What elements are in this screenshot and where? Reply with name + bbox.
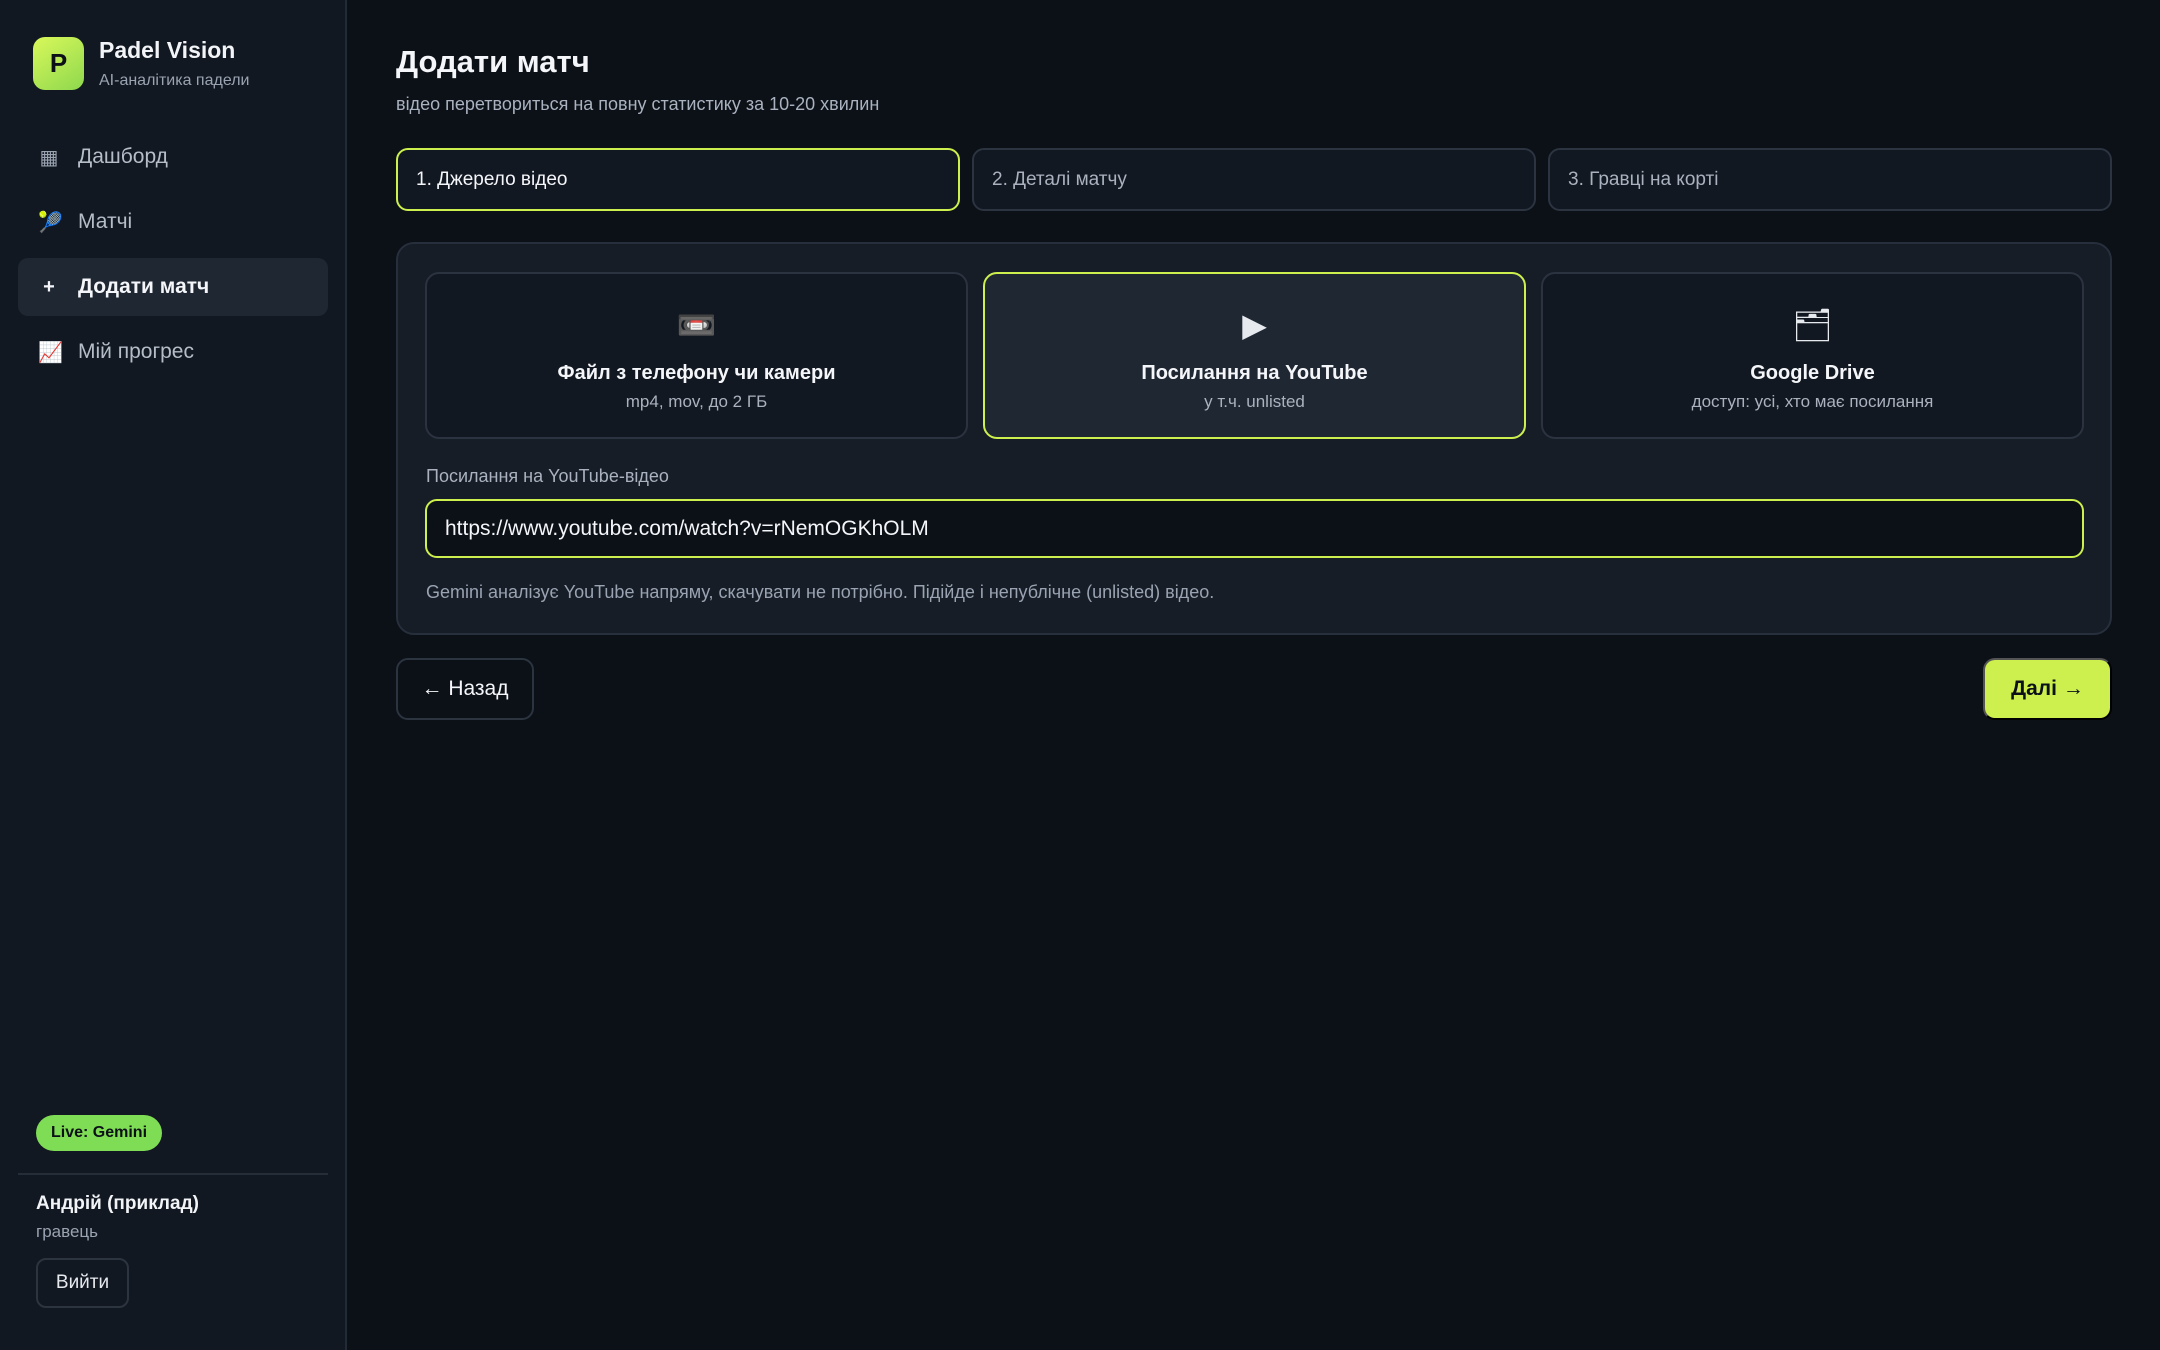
video-source-card: 📼 Файл з телефону чи камери mp4, mov, до… [396, 242, 2112, 635]
next-button[interactable]: Далі → [1983, 658, 2112, 720]
source-option-description: у т.ч. unlisted [1204, 392, 1305, 411]
source-option-title: Google Drive [1750, 362, 1875, 384]
sidebar-item-label: Мій прогрес [78, 340, 194, 363]
live-status-badge: Live: Gemini [36, 1115, 163, 1151]
sidebar: P Padel Vision AI-аналітика падели ▦ Даш… [0, 0, 347, 1350]
play-icon: ▶ [1242, 307, 1267, 343]
youtube-hint: Gemini аналізує YouTube напряму, скачува… [426, 582, 1215, 602]
folder-icon: 🗂 [1792, 307, 1833, 343]
youtube-url-label: Посилання на YouTube-відео [426, 466, 669, 486]
step-players-on-court[interactable]: 3. Гравці на корті [1548, 148, 2112, 211]
videocassette-icon: 📼 [676, 307, 717, 343]
sidebar-item-my-progress[interactable]: 📈 Мій прогрес [18, 323, 328, 381]
source-option-description: доступ: усі, хто має посилання [1691, 392, 1934, 411]
user-name: Андрій (приклад) [36, 1193, 199, 1214]
sidebar-item-label: Матчі [78, 210, 133, 233]
logout-button[interactable]: Вийти [36, 1258, 129, 1308]
sidebar-item-label: Дашборд [78, 145, 168, 168]
page-title: Додати матч [396, 44, 590, 79]
sidebar-nav: ▦ Дашборд 🎾 Матчі + Додати матч 📈 Мій пр… [18, 128, 328, 388]
sidebar-item-label: Додати матч [78, 275, 210, 298]
sidebar-item-matches[interactable]: 🎾 Матчі [18, 193, 328, 251]
app-tagline: AI-аналітика падели [99, 72, 250, 89]
source-option-file[interactable]: 📼 Файл з телефону чи камери mp4, mov, до… [425, 272, 968, 439]
sidebar-item-dashboard[interactable]: ▦ Дашборд [18, 128, 328, 186]
brand[interactable]: P Padel Vision AI-аналітика падели [33, 37, 249, 90]
plus-icon: + [43, 275, 55, 298]
step-match-details[interactable]: 2. Деталі матчу [972, 148, 1536, 211]
source-option-description: mp4, mov, до 2 ГБ [625, 392, 768, 411]
sidebar-divider [18, 1173, 328, 1175]
back-button[interactable]: ← Назад [396, 658, 534, 720]
user-role: гравець [36, 1222, 98, 1241]
dashboard-icon: ▦ [39, 146, 59, 169]
app-name: Padel Vision [99, 37, 236, 63]
youtube-url-input[interactable] [425, 499, 2084, 558]
sidebar-item-add-match[interactable]: + Додати матч [18, 258, 328, 316]
step-video-source[interactable]: 1. Джерело відео [396, 148, 960, 211]
source-option-youtube[interactable]: ▶ Посилання на YouTube у т.ч. unlisted [983, 272, 1526, 439]
source-option-google-drive[interactable]: 🗂 Google Drive доступ: усі, хто має поси… [1541, 272, 2084, 439]
page-subtitle: відео перетвориться на повну статистику … [396, 94, 880, 114]
brand-text: Padel Vision AI-аналітика падели [99, 37, 249, 90]
tennis-racket-icon: 🎾 [38, 211, 63, 234]
app-logo: P [33, 37, 84, 90]
source-option-title: Файл з телефону чи камери [557, 362, 836, 384]
source-option-title: Посилання на YouTube [1141, 362, 1368, 384]
chart-up-icon: 📈 [38, 341, 63, 364]
